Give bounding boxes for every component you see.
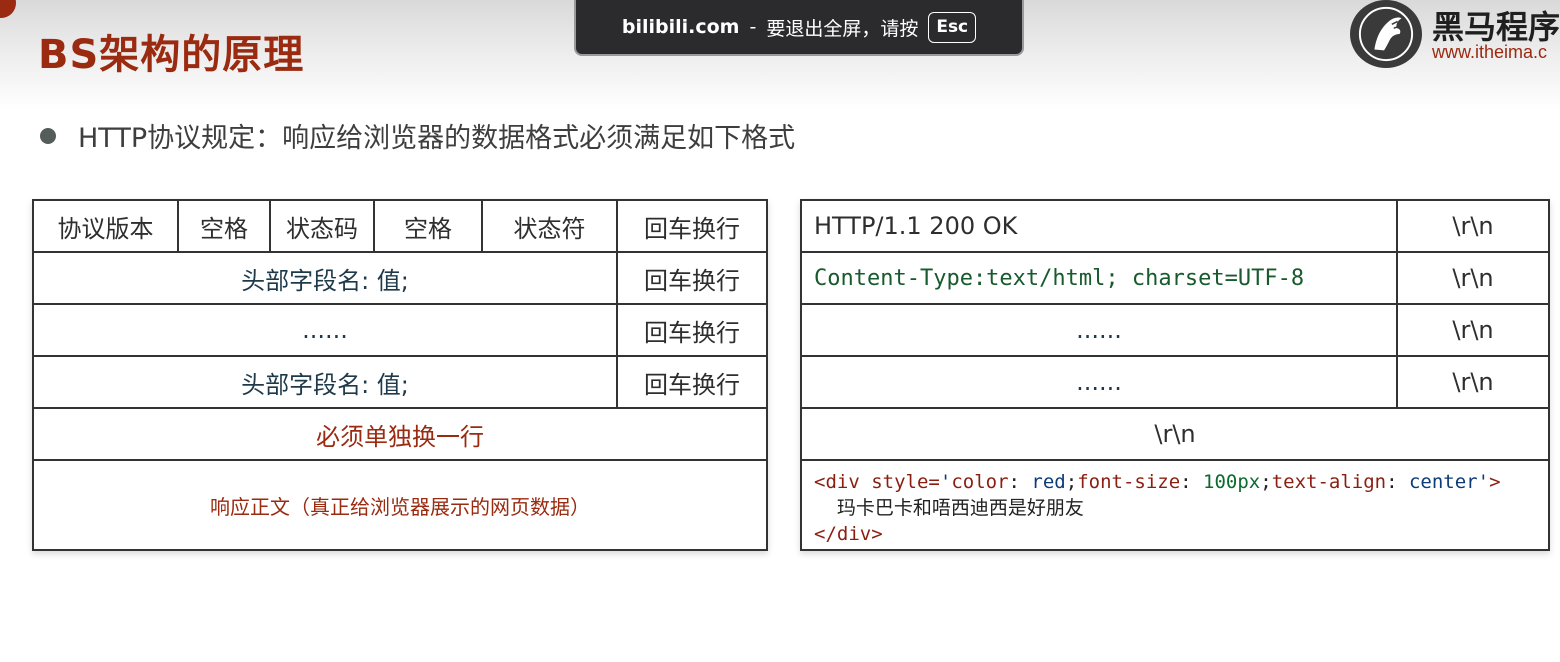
ellipsis-example-cell: ...... — [802, 357, 1398, 407]
code-prop: font-size — [1077, 471, 1181, 493]
bullet-dot-icon — [40, 127, 56, 144]
code-quote: ' — [939, 471, 952, 493]
brand-url: www.itheima.c — [1432, 42, 1548, 62]
example-row: ...... \r\n — [802, 357, 1548, 409]
ellipsis-example-cell: ...... — [802, 305, 1398, 355]
header-field-cell: 头部字段名: 值; — [34, 357, 618, 407]
crlf-example-cell: \r\n — [1452, 368, 1494, 396]
example-row: Content-Type:text/html; charset=UTF-8 \r… — [802, 253, 1548, 305]
blank-line-crlf-cell: \r\n — [1154, 420, 1196, 448]
blank-line-cell: 必须单独换一行 — [316, 422, 484, 451]
horse-logo-icon — [1350, 0, 1422, 68]
space-cell: 空格 — [179, 201, 271, 251]
banner-message: 要退出全屏，请按 — [766, 17, 919, 40]
code-punct: ; — [1260, 471, 1272, 493]
esc-key-button[interactable]: Esc — [928, 11, 977, 43]
status-code-cell: 状态码 — [271, 201, 375, 251]
example-row: HTTP/1.1 200 OK \r\n — [802, 201, 1548, 253]
crlf-example-cell: \r\n — [1452, 212, 1494, 240]
protocol-version-cell: 协议版本 — [34, 201, 179, 251]
response-format-table: 协议版本 空格 状态码 空格 状态符 回车换行 头部字段名: 值; 回车换行 .… — [32, 199, 768, 551]
code-value: center — [1408, 471, 1478, 493]
code-quote: ' — [1477, 471, 1490, 493]
blank-line-row: 必须单独换一行 — [34, 409, 766, 461]
code-value: red — [1031, 471, 1066, 493]
brand-logo: 黑马程序 www.itheima.c — [1350, 0, 1560, 70]
fullscreen-exit-banner: bilibili.com - 要退出全屏，请按 Esc — [574, 0, 1024, 56]
code-content-text: 玛卡巴卡和唔西迪西是好朋友 — [836, 497, 1084, 519]
header-row: 头部字段名: 值; 回车换行 — [34, 357, 766, 409]
code-prop: color — [951, 471, 1009, 493]
crlf-cell: 回车换行 — [644, 318, 740, 347]
header-field-cell: 头部字段名: 值; — [34, 253, 618, 303]
header-field-cell: ...... — [34, 305, 618, 355]
space-cell: 空格 — [375, 201, 483, 251]
header-row: ...... 回车换行 — [34, 305, 766, 357]
status-line-row: 协议版本 空格 状态码 空格 状态符 回车换行 — [34, 201, 766, 253]
slide-title: BS架构的原理 — [38, 32, 305, 78]
banner-separator: - — [749, 16, 757, 38]
code-close-tag: </div> — [814, 523, 883, 545]
code-value: 100px — [1203, 471, 1261, 493]
crlf-cell: 回车换行 — [644, 370, 740, 399]
code-open-tag: <div — [814, 471, 860, 493]
response-example-table: HTTP/1.1 200 OK \r\n Content-Type:text/h… — [800, 199, 1550, 551]
example-row: ...... \r\n — [802, 305, 1548, 357]
code-punct: ; — [1065, 471, 1078, 493]
content-type-example-cell: Content-Type:text/html; charset=UTF-8 — [802, 253, 1398, 303]
blank-line-example-row: \r\n — [802, 409, 1548, 461]
code-punct: : — [1180, 471, 1204, 493]
bullet-point: HTTP协议规定：响应给浏览器的数据格式必须满足如下格式 — [40, 116, 795, 155]
banner-site: bilibili.com — [621, 16, 740, 38]
crlf-example-cell: \r\n — [1452, 316, 1494, 344]
crlf-cell: 回车换行 — [644, 266, 740, 295]
code-tag-end: > — [1489, 471, 1501, 493]
header-row: 头部字段名: 值; 回车换行 — [34, 253, 766, 305]
html-body-code: <div style='color: red;font-size: 100px;… — [814, 469, 1501, 547]
code-prop: text-align — [1271, 471, 1387, 493]
crlf-cell: 回车换行 — [644, 214, 740, 243]
crlf-example-cell: \r\n — [1452, 264, 1494, 292]
code-punct: : — [1008, 471, 1032, 493]
code-attr: style= — [871, 471, 940, 493]
status-text-cell: 状态符 — [483, 201, 618, 251]
status-line-example-cell: HTTP/1.1 200 OK — [802, 201, 1398, 251]
body-row: 响应正文（真正给浏览器展示的网页数据） — [34, 461, 766, 549]
bullet-text: HTTP协议规定：响应给浏览器的数据格式必须满足如下格式 — [78, 123, 796, 154]
response-body-cell: 响应正文（真正给浏览器展示的网页数据） — [210, 494, 590, 519]
body-example-row: <div style='color: red;font-size: 100px;… — [802, 461, 1548, 549]
code-punct: : — [1386, 471, 1409, 493]
